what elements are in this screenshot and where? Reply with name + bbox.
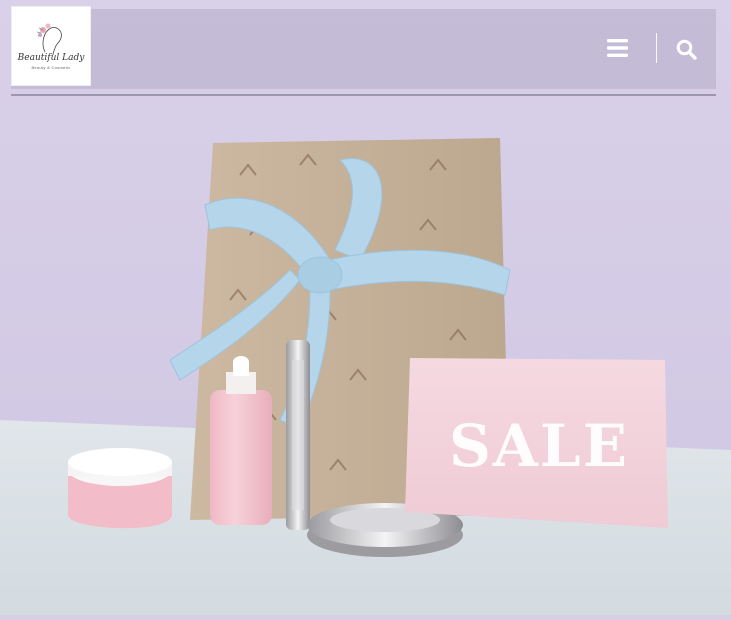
hero-photo: [0, 0, 731, 615]
logo-name: Beautiful Lady: [17, 53, 85, 63]
sale-card-text: SALE: [449, 412, 629, 480]
site-logo[interactable]: Beautiful Lady Beauty & Cosmetic: [11, 6, 91, 86]
hero-image: [0, 0, 731, 615]
header-separator: [656, 33, 657, 63]
logo-tagline: Beauty & Cosmetic: [31, 65, 71, 70]
hamburger-menu-icon: [606, 39, 628, 57]
hamburger-menu-button[interactable]: [602, 34, 632, 62]
header-divider-line: [11, 94, 716, 96]
mascara: [286, 340, 310, 530]
lady-silhouette-icon: [36, 23, 62, 56]
search-icon: [676, 39, 697, 60]
cream-jar: [68, 448, 172, 529]
search-button[interactable]: [671, 34, 701, 64]
